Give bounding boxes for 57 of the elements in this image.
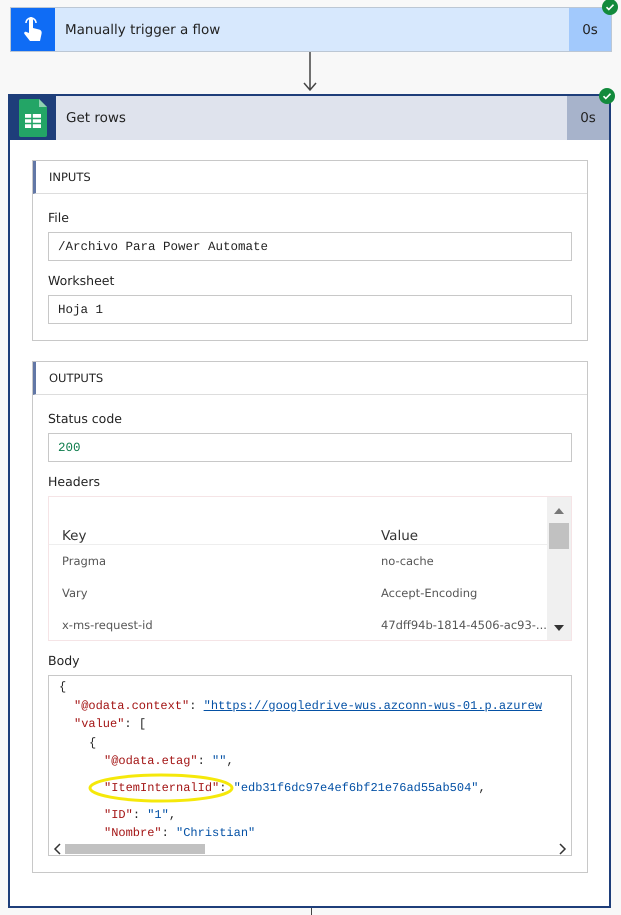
column-header: Key	[62, 528, 88, 544]
json-link[interactable]: "https://googledrive-wus.azconn-wus-01.p.azurew	[204, 698, 542, 713]
field-label: Status code	[48, 411, 123, 426]
arrow-icon	[303, 52, 317, 92]
json-punctuation: :	[132, 808, 142, 822]
scroll-left-icon[interactable]	[53, 842, 61, 855]
table-cell: 47dff94b-1814-4506-ac93-...	[381, 618, 547, 632]
scroll-up-icon[interactable]	[553, 507, 565, 515]
json-key: "Nombre"	[104, 826, 162, 840]
field-label: Body	[48, 653, 81, 668]
duration-label: 0s	[569, 8, 611, 51]
hand-pointer-icon	[23, 16, 43, 42]
json-punctuation: :	[189, 698, 198, 713]
json-string: "Christian"	[176, 826, 256, 840]
duration-label: 0s	[567, 96, 609, 140]
json-punctuation: :	[219, 780, 228, 795]
json-key: "value"	[74, 717, 124, 732]
json-punctuation: {	[89, 736, 96, 750]
field-value: /Archivo Para Power Automate	[48, 232, 572, 261]
field-label: Worksheet	[48, 273, 116, 288]
section-heading: INPUTS	[49, 170, 91, 184]
field-value: Hoja 1	[48, 295, 572, 324]
json-punctuation: ,	[226, 754, 234, 768]
status-code-value: 200	[48, 433, 572, 462]
table-cell-text: Accept-Encoding	[381, 586, 478, 600]
scrollbar-thumb[interactable]	[549, 523, 569, 549]
column-header: Value	[381, 528, 420, 544]
table-cell-text: x-ms-request-id	[62, 618, 154, 632]
code-editor[interactable]: { "@odata.context": "https://googledrive-wus.azconn-wus-01.p.azurew "value": [ { "@odata.etag": "", "ItemInternalId": "edb31f6dc97e4ef6bf21e76ad55ab504", "ID": "1", "Nombre": "Christian"	[48, 675, 572, 856]
json-string: "1"	[147, 808, 169, 822]
json-punctuation: :	[198, 754, 206, 768]
json-string: "edb31f6dc97e4ef6bf21e76ad55ab504"	[234, 780, 478, 795]
field-label: Headers	[48, 474, 102, 489]
spreadsheet-icon	[19, 99, 47, 137]
action-title: Get rows	[65, 109, 127, 128]
table-cell-text: no-cache	[381, 554, 435, 568]
json-punctuation: ,	[478, 780, 486, 795]
json-punctuation: ,	[168, 808, 176, 822]
table-cell-text: Pragma	[62, 554, 108, 568]
json-key: "@odata.context"	[74, 698, 190, 713]
json-punctuation: {	[59, 680, 66, 694]
action-header[interactable]: Get rows 0s	[10, 96, 609, 140]
table-cell-text: Vary	[62, 586, 89, 600]
trigger-title: Manually trigger a flow	[64, 20, 222, 40]
json-punctuation: :	[162, 826, 170, 840]
json-key: "ID"	[104, 808, 133, 822]
json-key: "ItemInternalId"	[104, 780, 220, 795]
section-heading: OUTPUTS	[49, 371, 104, 385]
json-key: "@odata.etag"	[104, 754, 198, 768]
scroll-down-icon[interactable]	[553, 624, 565, 632]
field-label: File	[48, 210, 70, 225]
scrollbar-thumb[interactable]	[65, 844, 205, 854]
json-string: ""	[212, 754, 226, 768]
scrollbar[interactable]	[547, 497, 571, 640]
json-punctuation: : [	[124, 717, 146, 732]
scroll-right-icon[interactable]	[559, 842, 567, 855]
trigger-card[interactable]: Manually trigger a flow 0s	[10, 7, 612, 52]
